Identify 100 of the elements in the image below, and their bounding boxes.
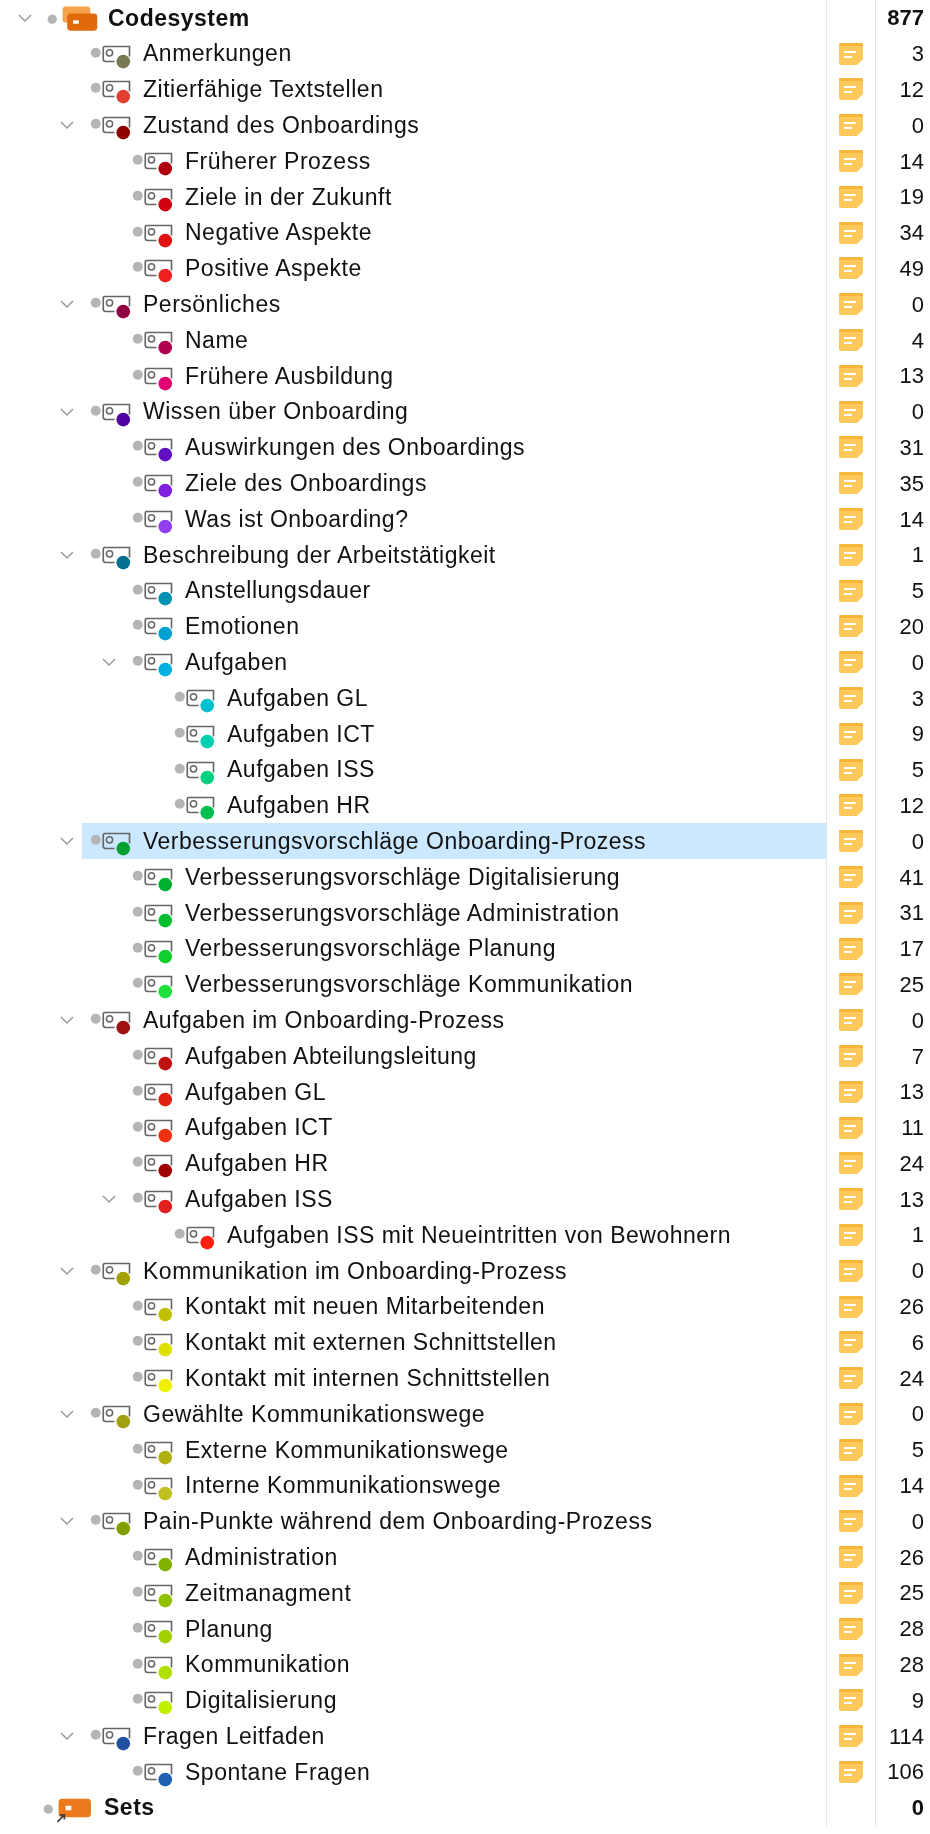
tree-item[interactable]: Interne Kommunikationswege xyxy=(124,1467,826,1504)
memo-icon[interactable] xyxy=(837,363,865,388)
tree-item[interactable]: Zitierfähige Textstellen xyxy=(82,71,826,108)
tree-item[interactable]: Externe Kommunikationswege xyxy=(124,1431,826,1468)
memo-icon[interactable] xyxy=(837,1688,865,1713)
tree-item[interactable]: Aufgaben ISS xyxy=(166,751,826,788)
memo-icon[interactable] xyxy=(837,41,865,66)
tree-item[interactable]: Früherer Prozess xyxy=(124,143,826,179)
chevron-down-icon[interactable] xyxy=(59,549,75,560)
tree-item[interactable]: Positive Aspekte xyxy=(124,250,826,287)
tree-item[interactable]: Aufgaben HR xyxy=(166,787,826,824)
memo-icon[interactable] xyxy=(837,399,865,424)
memo-icon[interactable] xyxy=(837,77,865,102)
memo-icon[interactable] xyxy=(837,650,865,675)
tree-item[interactable]: Name xyxy=(124,322,826,358)
memo-icon[interactable] xyxy=(837,435,865,460)
tree-item[interactable]: Kommunikation xyxy=(124,1646,826,1683)
tree-item[interactable]: Ziele in der Zukunft xyxy=(124,179,826,215)
tree-item[interactable]: Verbesserungsvorschläge Onboarding-Prozess xyxy=(82,823,826,860)
memo-icon[interactable] xyxy=(837,1616,865,1641)
memo-icon[interactable] xyxy=(837,1079,865,1104)
tree-item[interactable]: Verbesserungsvorschläge Digitalisierung xyxy=(124,859,826,895)
memo-icon[interactable] xyxy=(837,1724,865,1749)
memo-icon[interactable] xyxy=(837,900,865,925)
tree-item[interactable]: Persönliches xyxy=(82,286,826,323)
tree-item[interactable]: Aufgaben GL xyxy=(124,1073,826,1110)
tree-item[interactable]: Anstellungsdauer xyxy=(124,572,826,609)
tree-item[interactable]: Aufgaben Abteilungsleitung xyxy=(124,1038,826,1074)
tree-item[interactable]: Digitalisierung xyxy=(124,1682,826,1719)
memo-icon[interactable] xyxy=(837,1652,865,1677)
tree-item[interactable]: Ziele des Onboardings xyxy=(124,465,826,502)
chevron-down-icon[interactable] xyxy=(101,657,117,668)
tree-item[interactable]: Kontakt mit neuen Mitarbeitenden xyxy=(124,1288,826,1325)
chevron-down-icon[interactable] xyxy=(59,836,75,847)
chevron-down-icon[interactable] xyxy=(59,120,75,131)
tree-item[interactable]: Frühere Ausbildung xyxy=(124,357,826,394)
tree-item[interactable]: Aufgaben ICT xyxy=(166,715,826,752)
chevron-down-icon[interactable] xyxy=(59,406,75,417)
memo-icon[interactable] xyxy=(837,256,865,281)
memo-icon[interactable] xyxy=(837,721,865,746)
tree-item[interactable]: Verbesserungsvorschläge Kommunikation xyxy=(124,966,826,1003)
tree-item[interactable]: Wissen über Onboarding xyxy=(82,393,826,430)
memo-icon[interactable] xyxy=(837,972,865,997)
memo-icon[interactable] xyxy=(837,686,865,711)
memo-icon[interactable] xyxy=(837,614,865,639)
tree-item[interactable]: Verbesserungsvorschläge Planung xyxy=(124,930,826,967)
chevron-down-icon[interactable] xyxy=(17,12,33,23)
memo-icon[interactable] xyxy=(837,1759,865,1784)
tree-item[interactable]: Zeitmanagment xyxy=(124,1575,826,1611)
memo-icon[interactable] xyxy=(837,1509,865,1534)
memo-icon[interactable] xyxy=(837,793,865,818)
tree-item[interactable]: Negative Aspekte xyxy=(124,214,826,251)
memo-icon[interactable] xyxy=(837,1437,865,1462)
tree-item[interactable]: Sets xyxy=(36,1789,826,1826)
memo-icon[interactable] xyxy=(837,1008,865,1033)
memo-icon[interactable] xyxy=(837,1366,865,1391)
memo-icon[interactable] xyxy=(837,1223,865,1247)
tree-item[interactable]: Kommunikation im Onboarding-Prozess xyxy=(82,1252,826,1289)
tree-item[interactable]: Administration xyxy=(124,1539,826,1576)
tree-item[interactable]: Was ist Onboarding? xyxy=(124,501,826,537)
memo-icon[interactable] xyxy=(837,220,865,245)
tree-item[interactable]: Aufgaben im Onboarding-Prozess xyxy=(82,1002,826,1039)
tree-item[interactable]: Beschreibung der Arbeitstätigkeit xyxy=(82,536,826,573)
memo-icon[interactable] xyxy=(837,292,865,317)
tree-item[interactable]: Zustand des Onboardings xyxy=(82,107,826,144)
tree-item[interactable]: Kontakt mit externen Schnittstellen xyxy=(124,1324,826,1361)
memo-icon[interactable] xyxy=(837,507,865,532)
tree-item[interactable]: Auswirkungen des Onboardings xyxy=(124,429,826,466)
chevron-down-icon[interactable] xyxy=(59,1265,75,1276)
memo-icon[interactable] xyxy=(837,865,865,889)
tree-item[interactable]: Aufgaben ISS mit Neueintritten von Bewohnern xyxy=(166,1217,826,1253)
tree-item[interactable]: Gewählte Kommunikationswege xyxy=(82,1396,826,1432)
memo-icon[interactable] xyxy=(837,1115,865,1140)
chevron-down-icon[interactable] xyxy=(59,1015,75,1026)
tree-item[interactable]: Codesystem xyxy=(40,0,826,36)
tree-item[interactable]: Verbesserungsvorschläge Administration xyxy=(124,894,826,931)
tree-item[interactable]: Emotionen xyxy=(124,608,826,645)
tree-item[interactable]: Pain-Punkte während dem Onboarding-Prozess xyxy=(82,1503,826,1540)
tree-item[interactable]: Spontane Fragen xyxy=(124,1754,826,1790)
memo-icon[interactable] xyxy=(837,149,865,174)
tree-item[interactable]: Planung xyxy=(124,1610,826,1647)
memo-icon[interactable] xyxy=(837,1545,865,1570)
memo-icon[interactable] xyxy=(837,1473,865,1498)
tree-item[interactable]: Aufgaben ISS xyxy=(124,1181,826,1218)
memo-icon[interactable] xyxy=(837,829,865,854)
memo-icon[interactable] xyxy=(837,471,865,496)
tree-item[interactable]: Aufgaben xyxy=(124,644,826,681)
memo-icon[interactable] xyxy=(837,542,865,567)
tree-item[interactable]: Aufgaben ICT xyxy=(124,1109,826,1146)
tree-item[interactable]: Anmerkungen xyxy=(82,35,826,72)
tree-item[interactable]: Aufgaben HR xyxy=(124,1145,826,1182)
memo-icon[interactable] xyxy=(837,1401,865,1426)
memo-icon[interactable] xyxy=(837,578,865,603)
chevron-down-icon[interactable] xyxy=(59,1408,75,1419)
tree-item[interactable]: Aufgaben GL xyxy=(166,680,826,716)
memo-icon[interactable] xyxy=(837,1258,865,1283)
tree-item[interactable]: Kontakt mit internen Schnittstellen xyxy=(124,1360,826,1397)
memo-icon[interactable] xyxy=(837,936,865,961)
tree-item[interactable]: Fragen Leitfaden xyxy=(82,1718,826,1755)
memo-icon[interactable] xyxy=(837,1330,865,1355)
